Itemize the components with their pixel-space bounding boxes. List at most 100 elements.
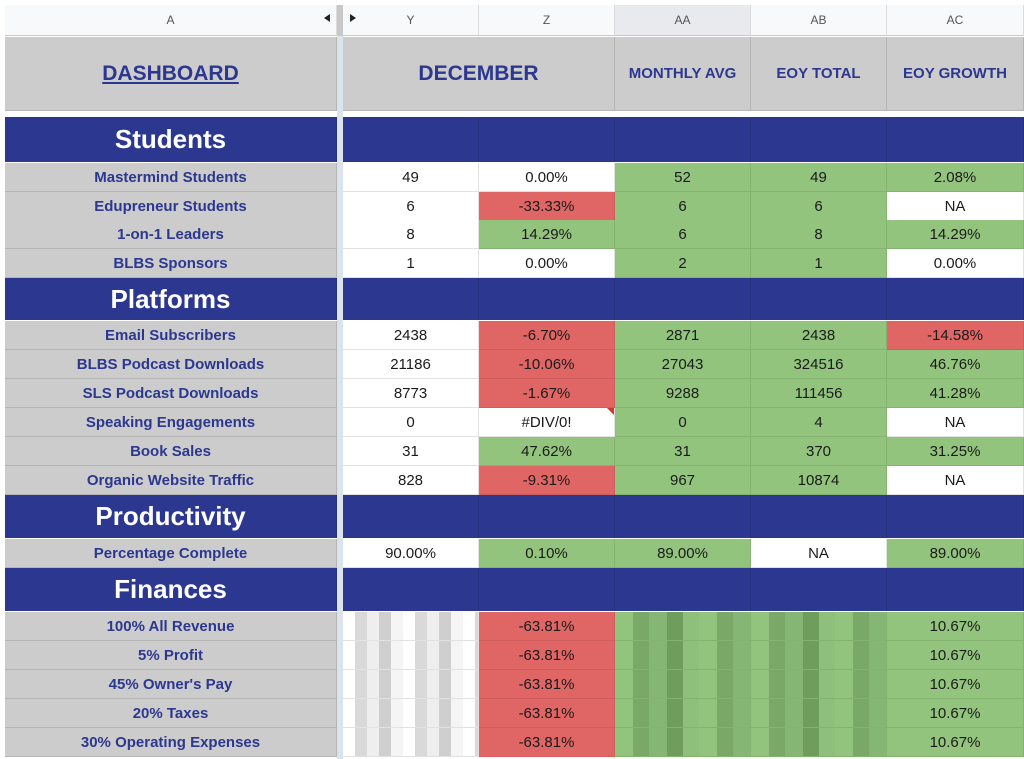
monthly-avg-cell[interactable]: 52: [615, 163, 751, 192]
section-header-cell-ac[interactable]: [887, 568, 1024, 611]
section-header-cell-ab[interactable]: [751, 568, 887, 611]
section-title-cell[interactable]: Students: [5, 117, 337, 162]
section-header-cell-z[interactable]: [479, 278, 615, 320]
eoy-total-cell[interactable]: 8: [751, 220, 887, 249]
eoy-growth-cell[interactable]: 31.25%: [887, 437, 1024, 466]
column-header-a[interactable]: A: [5, 5, 337, 36]
section-header-cell-ab[interactable]: [751, 495, 887, 538]
section-header-cell-y[interactable]: [343, 568, 479, 611]
eoy-total-cell[interactable]: 1: [751, 249, 887, 278]
metric-label-cell[interactable]: Speaking Engagements: [5, 408, 337, 437]
dashboard-link-cell[interactable]: DASHBOARD: [5, 37, 337, 111]
month-change-cell[interactable]: 0.00%: [479, 163, 615, 192]
redacted-monthly-avg-cell[interactable]: [615, 728, 751, 757]
redacted-monthly-avg-cell[interactable]: [615, 699, 751, 728]
eoy-growth-cell[interactable]: NA: [887, 408, 1024, 437]
metric-label-cell[interactable]: Percentage Complete: [5, 539, 337, 568]
eoy-total-cell[interactable]: 4: [751, 408, 887, 437]
month-change-cell[interactable]: 14.29%: [479, 220, 615, 249]
eoy-growth-cell[interactable]: 10.67%: [887, 728, 1024, 757]
freeze-divider-handle[interactable]: [337, 5, 343, 36]
redacted-eoy-total-cell[interactable]: [751, 699, 887, 728]
eoy-total-cell[interactable]: 111456: [751, 379, 887, 408]
eoy-total-cell[interactable]: 10874: [751, 466, 887, 495]
column-header-aa[interactable]: AA: [615, 5, 751, 36]
month-change-cell[interactable]: -63.81%: [479, 641, 615, 670]
metric-label-cell[interactable]: 1-on-1 Leaders: [5, 220, 337, 249]
eoy-total-cell[interactable]: NA: [751, 539, 887, 568]
monthly-avg-header-cell[interactable]: MONTHLY AVG: [615, 37, 751, 111]
section-header-cell-y[interactable]: [343, 495, 479, 538]
eoy-growth-cell[interactable]: 10.67%: [887, 641, 1024, 670]
section-header-cell-y[interactable]: [343, 117, 479, 162]
section-title-cell[interactable]: Finances: [5, 568, 337, 611]
month-value-cell[interactable]: 21186: [343, 350, 479, 379]
month-change-cell[interactable]: 0.00%: [479, 249, 615, 278]
section-title-cell[interactable]: Platforms: [5, 278, 337, 320]
metric-label-cell[interactable]: BLBS Podcast Downloads: [5, 350, 337, 379]
eoy-growth-cell[interactable]: NA: [887, 192, 1024, 221]
dashboard-link[interactable]: DASHBOARD: [102, 62, 239, 86]
metric-label-cell[interactable]: BLBS Sponsors: [5, 249, 337, 278]
eoy-growth-cell[interactable]: 14.29%: [887, 220, 1024, 249]
month-change-cell[interactable]: #DIV/0!: [479, 408, 615, 437]
monthly-avg-cell[interactable]: 6: [615, 220, 751, 249]
section-header-cell-ac[interactable]: [887, 117, 1024, 162]
eoy-growth-header-cell[interactable]: EOY GROWTH: [887, 37, 1024, 111]
month-change-cell[interactable]: -6.70%: [479, 321, 615, 350]
section-header-cell-aa[interactable]: [615, 568, 751, 611]
monthly-avg-cell[interactable]: 2: [615, 249, 751, 278]
monthly-avg-cell[interactable]: 2871: [615, 321, 751, 350]
collapse-columns-left-icon[interactable]: [324, 14, 330, 22]
frozen-column-divider[interactable]: [337, 36, 343, 759]
metric-label-cell[interactable]: 45% Owner's Pay: [5, 670, 337, 699]
metric-label-cell[interactable]: 20% Taxes: [5, 699, 337, 728]
section-header-cell-y[interactable]: [343, 278, 479, 320]
month-change-cell[interactable]: -9.31%: [479, 466, 615, 495]
month-value-cell[interactable]: 0: [343, 408, 479, 437]
redacted-eoy-total-cell[interactable]: [751, 728, 887, 757]
section-title-cell[interactable]: Productivity: [5, 495, 337, 538]
section-header-cell-ab[interactable]: [751, 278, 887, 320]
eoy-total-cell[interactable]: 370: [751, 437, 887, 466]
monthly-avg-cell[interactable]: 0: [615, 408, 751, 437]
column-header-y[interactable]: Y: [343, 5, 479, 36]
section-header-cell-ab[interactable]: [751, 117, 887, 162]
metric-label-cell[interactable]: 5% Profit: [5, 641, 337, 670]
month-value-cell[interactable]: 2438: [343, 321, 479, 350]
metric-label-cell[interactable]: Book Sales: [5, 437, 337, 466]
expand-columns-right-icon[interactable]: [350, 14, 356, 22]
metric-label-cell[interactable]: Mastermind Students: [5, 163, 337, 192]
month-value-cell[interactable]: 8: [343, 220, 479, 249]
redacted-monthly-avg-cell[interactable]: [615, 670, 751, 699]
month-change-cell[interactable]: 0.10%: [479, 539, 615, 568]
monthly-avg-cell[interactable]: 31: [615, 437, 751, 466]
section-header-cell-aa[interactable]: [615, 278, 751, 320]
redacted-monthly-avg-cell[interactable]: [615, 641, 751, 670]
month-change-cell[interactable]: -33.33%: [479, 192, 615, 221]
metric-label-cell[interactable]: SLS Podcast Downloads: [5, 379, 337, 408]
month-value-cell[interactable]: 6: [343, 192, 479, 221]
eoy-total-cell[interactable]: 2438: [751, 321, 887, 350]
redacted-monthly-avg-cell[interactable]: [615, 612, 751, 641]
metric-label-cell[interactable]: 100% All Revenue: [5, 612, 337, 641]
section-header-cell-z[interactable]: [479, 117, 615, 162]
month-change-cell[interactable]: 47.62%: [479, 437, 615, 466]
month-change-cell[interactable]: -63.81%: [479, 612, 615, 641]
eoy-growth-cell[interactable]: 10.67%: [887, 699, 1024, 728]
eoy-total-cell[interactable]: 49: [751, 163, 887, 192]
monthly-avg-cell[interactable]: 967: [615, 466, 751, 495]
redacted-value-cell[interactable]: [343, 670, 479, 699]
eoy-growth-cell[interactable]: -14.58%: [887, 321, 1024, 350]
eoy-growth-cell[interactable]: 10.67%: [887, 670, 1024, 699]
metric-label-cell[interactable]: 30% Operating Expenses: [5, 728, 337, 757]
section-header-cell-z[interactable]: [479, 495, 615, 538]
section-header-cell-z[interactable]: [479, 568, 615, 611]
month-value-cell[interactable]: 8773: [343, 379, 479, 408]
month-value-cell[interactable]: 49: [343, 163, 479, 192]
eoy-growth-cell[interactable]: 41.28%: [887, 379, 1024, 408]
eoy-growth-cell[interactable]: 2.08%: [887, 163, 1024, 192]
redacted-eoy-total-cell[interactable]: [751, 670, 887, 699]
monthly-avg-cell[interactable]: 9288: [615, 379, 751, 408]
section-header-cell-ac[interactable]: [887, 495, 1024, 538]
